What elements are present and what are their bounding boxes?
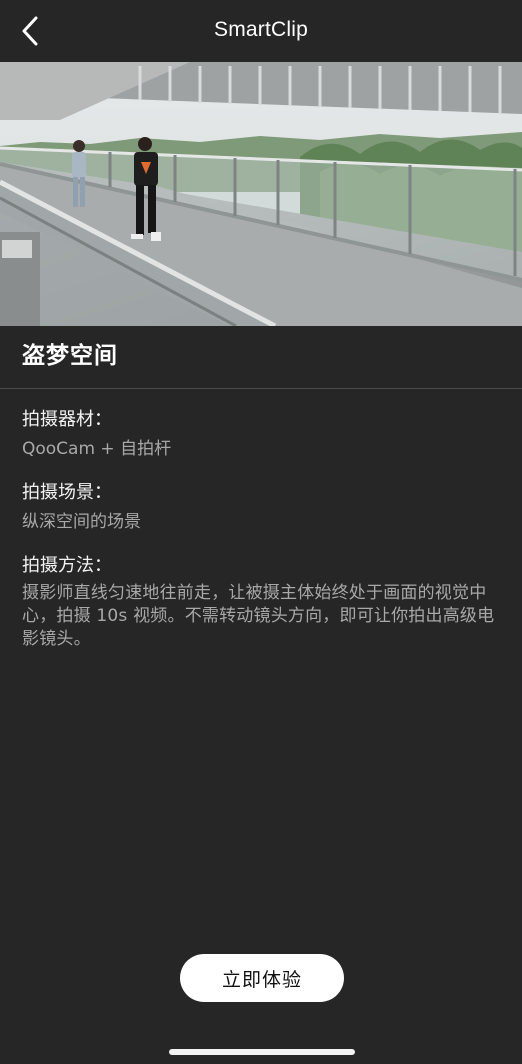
section-equipment: 拍摄器材： QooCam + 自拍杆	[22, 408, 502, 461]
try-now-button[interactable]: 立即体验	[180, 954, 344, 1002]
content-title: 盗梦空间	[22, 343, 118, 369]
section-method: 拍摄方法： 摄影师直线匀速地往前走，让被摄主体始终处于画面的视觉中心，拍摄 10…	[22, 554, 502, 651]
divider	[0, 388, 522, 389]
nav-bar: SmartClip	[0, 0, 522, 62]
section-label: 拍摄器材：	[22, 409, 112, 430]
section-scene: 拍摄场景： 纵深空间的场景	[22, 481, 502, 534]
page-title: SmartClip	[214, 18, 308, 41]
home-indicator	[169, 1049, 355, 1055]
section-label: 拍摄方法：	[22, 555, 112, 576]
section-value: 纵深空间的场景	[22, 512, 141, 532]
section-description: 摄影师直线匀速地往前走，让被摄主体始终处于画面的视觉中心，拍摄 10s 视频。不…	[22, 583, 495, 649]
section-value: QooCam + 自拍杆	[22, 439, 172, 459]
hero-image	[0, 62, 522, 326]
section-label: 拍摄场景：	[22, 482, 112, 503]
